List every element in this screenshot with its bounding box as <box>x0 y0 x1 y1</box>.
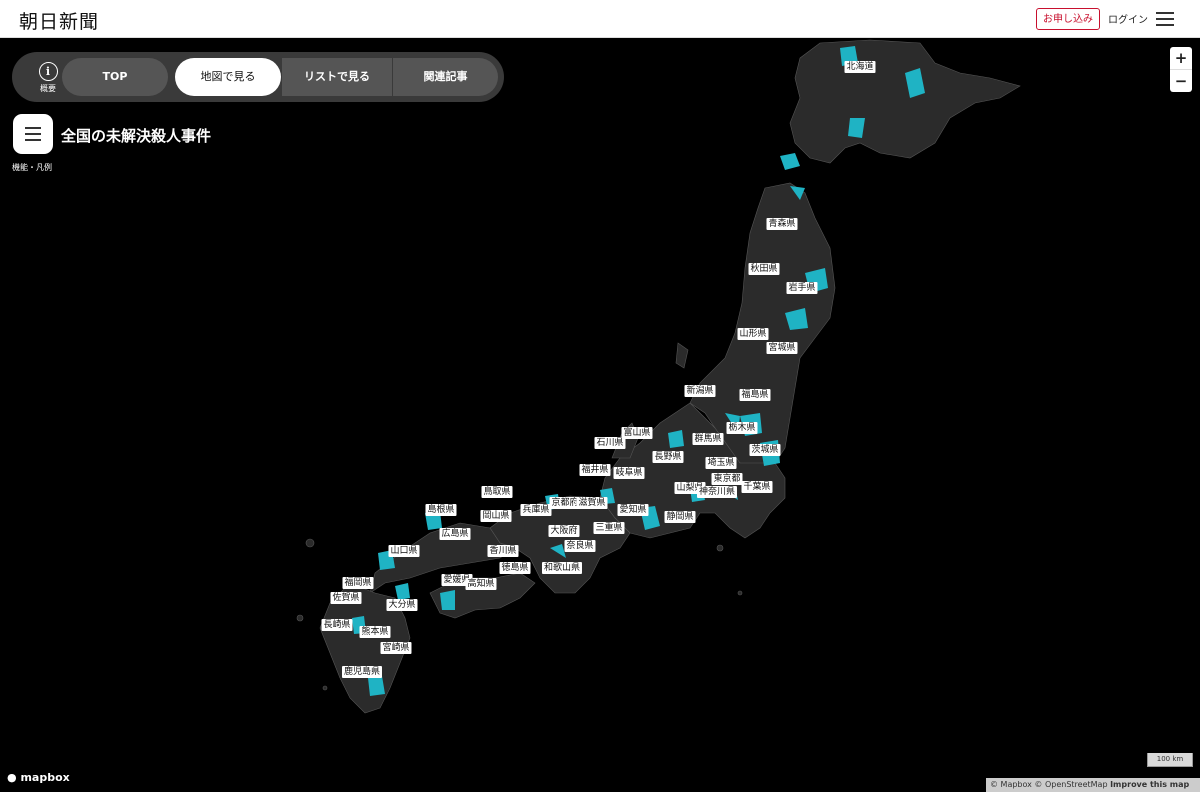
pref-label[interactable]: 鳥取県 <box>481 486 513 498</box>
info-icon: i <box>38 62 58 81</box>
pref-label[interactable]: 三重県 <box>593 522 625 534</box>
pref-label[interactable]: 長崎県 <box>321 619 353 631</box>
pref-label[interactable]: 大分県 <box>386 599 418 611</box>
about-label: 概要 <box>40 84 56 93</box>
tab-top[interactable]: TOP <box>62 58 168 96</box>
tab-list-view[interactable]: リストで見る <box>282 58 392 96</box>
pref-label[interactable]: 熊本県 <box>359 626 391 638</box>
pref-label[interactable]: 青森県 <box>766 218 798 230</box>
pref-label[interactable]: 神奈川県 <box>696 486 738 498</box>
pref-label[interactable]: 宮崎県 <box>380 642 412 654</box>
pref-label[interactable]: 石川県 <box>594 437 626 449</box>
pref-label[interactable]: 島根県 <box>425 504 457 516</box>
zoom-out-button[interactable]: − <box>1170 70 1192 92</box>
pref-label[interactable]: 佐賀県 <box>330 592 362 604</box>
hamburger-menu-icon[interactable] <box>1156 12 1174 26</box>
map-attribution: © Mapbox © OpenStreetMap Improve this ma… <box>986 778 1200 792</box>
login-link[interactable]: ログイン <box>1108 11 1148 26</box>
site-header: 朝日新聞 お申し込み ログイン <box>0 0 1200 38</box>
page-title: 全国の未解決殺人事件 <box>61 127 212 145</box>
legend-menu-button[interactable] <box>13 114 53 154</box>
zoom-control: + − <box>1170 47 1192 92</box>
view-nav-bar: i 概要 TOP 地図で見る リストで見る 関連記事 <box>12 52 504 102</box>
pref-label[interactable]: 宮城県 <box>766 342 798 354</box>
tab-related-articles[interactable]: 関連記事 <box>393 58 498 96</box>
pref-label[interactable]: 山口県 <box>388 545 420 557</box>
pref-label[interactable]: 滋賀県 <box>576 497 608 509</box>
pref-label[interactable]: 広島県 <box>439 528 471 540</box>
subscribe-button[interactable]: お申し込み <box>1036 8 1100 30</box>
pref-label[interactable]: 奈良県 <box>564 540 596 552</box>
sado-island-shape <box>675 342 689 369</box>
pref-label[interactable]: 新潟県 <box>684 385 716 397</box>
map-canvas[interactable] <box>0 38 1200 792</box>
pref-label[interactable]: 富山県 <box>621 427 653 439</box>
pref-label[interactable]: 和歌山県 <box>541 562 583 574</box>
japan-map <box>296 39 1021 714</box>
pref-label[interactable]: 愛知県 <box>617 504 649 516</box>
pref-label[interactable]: 福岡県 <box>342 577 374 589</box>
pref-label[interactable]: 長野県 <box>652 451 684 463</box>
legend-label: 機能・凡例 <box>12 163 52 172</box>
tab-map-view[interactable]: 地図で見る <box>175 58 281 96</box>
scale-bar: 100 km <box>1147 753 1193 767</box>
pref-label[interactable]: 兵庫県 <box>520 504 552 516</box>
pref-label[interactable]: 栃木県 <box>726 422 758 434</box>
mapbox-text: mapbox <box>20 771 70 784</box>
pref-label[interactable]: 岡山県 <box>480 510 512 522</box>
pref-label[interactable]: 徳島県 <box>499 562 531 574</box>
pref-label[interactable]: 静岡県 <box>664 511 696 523</box>
pref-label[interactable]: 秋田県 <box>748 263 780 275</box>
pref-label[interactable]: 岐阜県 <box>613 467 645 479</box>
mapbox-logo[interactable]: ● mapbox <box>7 771 70 784</box>
pref-label[interactable]: 千葉県 <box>741 481 773 493</box>
pref-label[interactable]: 茨城県 <box>749 444 781 456</box>
pref-label[interactable]: 香川県 <box>487 545 519 557</box>
pref-label[interactable]: 大阪府 <box>548 525 580 537</box>
pref-label[interactable]: 山形県 <box>737 328 769 340</box>
pref-label[interactable]: 福島県 <box>739 389 771 401</box>
mapbox-icon: ● <box>7 771 17 784</box>
asahi-logo[interactable]: 朝日新聞 <box>19 7 99 34</box>
hokkaido-shape <box>789 39 1021 164</box>
attribution-text[interactable]: © Mapbox © OpenStreetMap <box>990 780 1108 789</box>
pref-label[interactable]: 高知県 <box>465 578 497 590</box>
pref-label[interactable]: 北海道 <box>844 61 876 73</box>
pref-label[interactable]: 群馬県 <box>692 433 724 445</box>
zoom-in-button[interactable]: + <box>1170 47 1192 69</box>
pref-label[interactable]: 岩手県 <box>786 282 818 294</box>
pref-label[interactable]: 埼玉県 <box>705 457 737 469</box>
pref-label[interactable]: 東京都 <box>711 473 743 485</box>
improve-map-link[interactable]: Improve this map <box>1110 780 1189 789</box>
pref-label[interactable]: 鹿児島県 <box>341 666 383 678</box>
pref-label[interactable]: 福井県 <box>579 464 611 476</box>
